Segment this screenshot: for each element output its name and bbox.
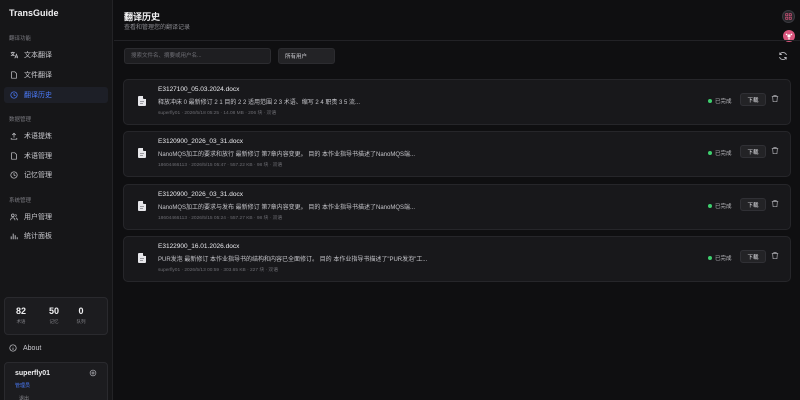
upload-icon	[9, 132, 19, 140]
file-summary: PUR发泡 最新修订 本作业指导书的结构和内容已全面修订。 目的 本作业指导书描…	[158, 257, 428, 263]
chart-icon	[9, 232, 19, 240]
file-icon	[9, 71, 19, 79]
translate-icon	[9, 51, 19, 59]
history-icon	[9, 171, 19, 179]
history-icon	[9, 91, 19, 99]
status-label: 已完成	[715, 204, 732, 210]
sidebar-item-translate-history[interactable]: 翻译历史	[4, 87, 108, 103]
sidebar-item-label: 术语管理	[24, 153, 52, 160]
sidebar-item-user-manage[interactable]: 用户管理	[4, 209, 108, 225]
sidebar-item-label: 统计面板	[24, 233, 52, 240]
refresh-icon[interactable]	[778, 51, 788, 61]
status-badge: 已完成	[708, 202, 732, 210]
file-meta: 18604466113 · 2026/5/15 05:47 · 557.22 K…	[158, 163, 283, 168]
sidebar-item-label: 记忆管理	[24, 172, 52, 179]
file-meta: superfly01 · 2026/5/13 00:59 · 303.65 KB…	[158, 268, 278, 273]
document-icon	[138, 253, 146, 263]
stat-value: 82	[15, 306, 26, 316]
file-summary: 释放冲床 0 最新修订 2 1 目的 2 2 适用范围 2 3 术语、缩写 2 …	[158, 100, 361, 106]
info-icon	[9, 344, 17, 352]
status-dot-icon	[708, 99, 712, 103]
status-label: 已完成	[715, 256, 732, 262]
trash-icon[interactable]	[771, 199, 779, 208]
file-icon	[9, 152, 19, 160]
stat-terms: 82 术语	[9, 306, 33, 325]
users-icon	[9, 213, 19, 221]
section-label-data: 数据管理	[9, 117, 32, 123]
status-badge: 已完成	[708, 254, 732, 262]
status-dot-icon	[708, 256, 712, 260]
file-summary: NanoMQS加工的要求与发布 最新修订 第7章内容变更。 目的 本作业指导书描…	[158, 205, 416, 211]
sidebar-item-label: 文本翻译	[24, 52, 52, 59]
document-icon	[138, 201, 146, 211]
status-dot-icon	[708, 151, 712, 155]
status-badge: 已完成	[708, 97, 732, 105]
sidebar-item-label: 术语提炼	[24, 133, 52, 140]
document-icon	[138, 96, 146, 106]
stat-value: 0	[78, 306, 84, 316]
sidebar-item-label: 翻译历史	[24, 92, 52, 99]
user-name: superfly01	[15, 370, 51, 377]
user-card: superfly01 管理员 退出	[4, 362, 108, 400]
history-card[interactable]: E3122900_16.01.2026.docx PUR发泡 最新修订 本作业指…	[123, 236, 791, 282]
sidebar: TransGuide 翻译功能 文本翻译 文件翻译 翻译历史 数据管理 术语提炼…	[0, 0, 113, 400]
status-dot-icon	[708, 204, 712, 208]
download-button[interactable]: 下载	[740, 93, 766, 106]
gear-icon[interactable]	[89, 369, 97, 377]
download-button[interactable]: 下载	[740, 250, 766, 263]
stat-label: 队列	[76, 319, 86, 324]
stat-queue: 0 队列	[69, 306, 93, 325]
app-logo[interactable]: TransGuide	[9, 8, 59, 18]
stat-label: 术语	[16, 319, 26, 324]
history-card[interactable]: E3127100_05.03.2024.docx 释放冲床 0 最新修订 2 1…	[123, 79, 791, 125]
file-summary: NanoMQS加工的要求和放行 最新修订 第7章内容变更。 目的 本作业指导书描…	[158, 152, 416, 158]
section-label-system: 系统管理	[9, 198, 32, 204]
download-button[interactable]: 下载	[740, 198, 766, 211]
file-meta: superfly01 · 2026/5/18 05:25 · 14.08 MB …	[158, 111, 277, 116]
sidebar-item-term-extract[interactable]: 术语提炼	[4, 128, 108, 144]
sidebar-item-label: 用户管理	[24, 214, 52, 221]
trash-icon[interactable]	[771, 251, 779, 260]
sidebar-item-term-manage[interactable]: 术语管理	[4, 148, 108, 164]
stats-card: 82 术语 50 记忆 0 队列	[4, 297, 108, 335]
about-label: About	[23, 344, 42, 352]
stat-value: 50	[48, 306, 59, 316]
sidebar-item-stats-panel[interactable]: 统计面板	[4, 228, 108, 244]
history-card[interactable]: E3120900_2026_03_31.docx NanoMQS加工的要求与发布…	[123, 184, 791, 230]
file-name: E3127100_05.03.2024.docx	[158, 86, 240, 93]
stat-memory: 50 记忆	[42, 306, 66, 325]
status-badge: 已完成	[708, 149, 732, 157]
sidebar-item-file-translate[interactable]: 文件翻译	[4, 67, 108, 83]
file-name: E3122900_16.01.2026.docx	[158, 243, 240, 250]
logout-button[interactable]: 退出	[19, 395, 29, 400]
history-card[interactable]: E3120900_2026_03_31.docx NanoMQS加工的要求和放行…	[123, 131, 791, 177]
status-label: 已完成	[715, 99, 732, 105]
sidebar-item-label: 文件翻译	[24, 72, 52, 79]
user-role: 管理员	[15, 383, 31, 389]
file-meta: 18604466113 · 2026/5/15 05:24 · 557.27 K…	[158, 216, 283, 221]
sidebar-item-text-translate[interactable]: 文本翻译	[4, 47, 108, 63]
page-subtitle: 查看和管理您的翻译记录	[124, 25, 191, 31]
header-divider	[114, 40, 800, 41]
download-button[interactable]: 下载	[740, 145, 766, 158]
section-label-translate: 翻译功能	[9, 36, 32, 42]
grid-icon	[785, 13, 792, 20]
user-filter-select[interactable]: 所有用户	[278, 48, 335, 64]
trash-icon[interactable]	[771, 94, 779, 103]
file-name: E3120900_2026_03_31.docx	[158, 138, 243, 145]
stat-label: 记忆	[49, 319, 59, 324]
document-icon	[138, 148, 146, 158]
sidebar-item-memory-manage[interactable]: 记忆管理	[4, 167, 108, 183]
file-name: E3120900_2026_03_31.docx	[158, 191, 243, 198]
trash-icon[interactable]	[771, 146, 779, 155]
about-link[interactable]: About	[4, 340, 108, 356]
search-input[interactable]	[124, 48, 271, 64]
grid-menu-button[interactable]	[782, 10, 795, 23]
status-label: 已完成	[715, 151, 732, 157]
avatar-icon	[785, 33, 793, 40]
